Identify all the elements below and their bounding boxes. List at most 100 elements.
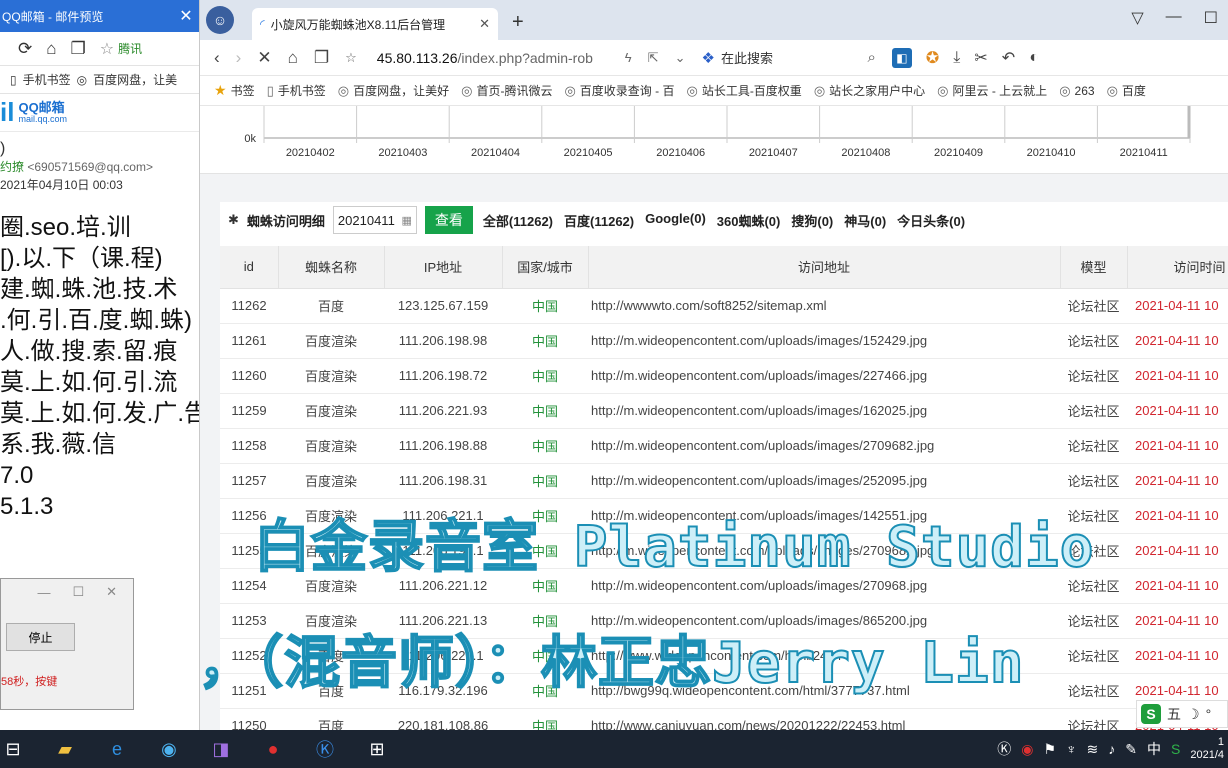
spider-filter[interactable]: 今日头条(0) bbox=[897, 211, 965, 230]
view-button[interactable]: 查看 bbox=[424, 206, 473, 234]
column-header[interactable]: 蜘蛛名称 bbox=[278, 246, 385, 289]
column-header[interactable]: 模型 bbox=[1060, 246, 1128, 289]
table-row[interactable]: 11258 百度渲染 111.206.198.88 中国 http://m.wideop… bbox=[220, 428, 1228, 464]
home-icon[interactable]: ⌂ bbox=[46, 39, 56, 59]
record-icon[interactable]: ● bbox=[260, 736, 286, 762]
star-icon[interactable]: ☆ bbox=[345, 50, 357, 66]
mic-icon[interactable]: ♆ bbox=[1066, 741, 1077, 757]
column-header[interactable]: IP地址 bbox=[384, 246, 503, 289]
spider-filter[interactable]: Google(0) bbox=[645, 211, 706, 230]
table-row[interactable]: 11251 百度 116.179.32.196 中国 http://bwg99q.wid… bbox=[220, 673, 1228, 709]
search-box[interactable]: ❖ 在此搜索 bbox=[701, 48, 851, 67]
table-row[interactable]: 11260 百度渲染 111.206.198.72 中国 http://m.wideop… bbox=[220, 358, 1228, 394]
stop-button[interactable]: 停止 bbox=[6, 623, 75, 651]
table-row[interactable]: 11257 百度渲染 111.206.198.31 中国 http://m.wideop… bbox=[220, 463, 1228, 499]
close-icon[interactable]: ✕ bbox=[106, 584, 117, 600]
k-tray-icon[interactable]: Ⓚ bbox=[997, 739, 1011, 759]
bookmark-2[interactable]: ◎ 首页-腾讯微云 bbox=[461, 82, 552, 99]
column-header[interactable]: 访问地址 bbox=[588, 246, 1061, 289]
address-bar[interactable]: 45.80.113.26/index.php?admin-rob bbox=[377, 50, 609, 66]
wifi-icon[interactable]: ≋ bbox=[1087, 741, 1099, 758]
k-app-icon[interactable]: Ⓚ bbox=[312, 736, 338, 762]
bookmark-3[interactable]: ◎ 百度收录查询 - 百 bbox=[564, 82, 674, 99]
sogou-tray-icon[interactable]: S bbox=[1171, 741, 1180, 757]
volume-icon[interactable]: ♪ bbox=[1108, 741, 1115, 757]
mail-bookmark-1[interactable]: 百度网盘，让美 bbox=[93, 71, 177, 88]
close-tab-icon[interactable]: ✕ bbox=[479, 16, 490, 32]
sogou-icon[interactable]: S bbox=[1141, 704, 1161, 724]
input-lang[interactable]: 中 bbox=[1147, 739, 1161, 759]
bookmark-4[interactable]: ◎ 站长工具-百度权重 bbox=[686, 82, 801, 99]
calendar-icon[interactable]: ▦ bbox=[402, 214, 412, 227]
table-row[interactable]: 11252 百度 111.206.221.1 中国 http://www.wideope… bbox=[220, 638, 1228, 674]
new-tab-icon[interactable]: + bbox=[512, 11, 524, 34]
date-input[interactable]: 20210411 ▦ bbox=[332, 206, 417, 234]
table-row[interactable]: 11261 百度渲染 111.206.198.98 中国 http://m.wideop… bbox=[220, 323, 1228, 359]
lightning-icon[interactable]: ϟ bbox=[625, 50, 632, 65]
minimize-icon[interactable]: — bbox=[1166, 8, 1182, 28]
table-row[interactable]: 11250 百度 220.181.108.86 中国 http://www.canjuy… bbox=[220, 708, 1228, 730]
minimize-icon[interactable]: — bbox=[37, 585, 50, 600]
shirt-icon[interactable]: ▽ bbox=[1131, 8, 1143, 28]
share-icon[interactable]: ⇱ bbox=[648, 50, 659, 66]
moon-icon[interactable]: ☽ bbox=[1187, 706, 1200, 723]
spider-filter[interactable]: 百度(11262) bbox=[564, 211, 634, 230]
bookmark-7[interactable]: ◎ 263 bbox=[1059, 83, 1094, 99]
avatar[interactable]: ☺ bbox=[206, 6, 234, 34]
table-row[interactable]: 11254 百度渲染 111.206.221.12 中国 http://m.wideop… bbox=[220, 568, 1228, 604]
browser-icon[interactable]: ◉ bbox=[156, 736, 182, 762]
column-header[interactable]: 访问时间 bbox=[1127, 246, 1228, 289]
ime-toolbar[interactable]: S 五 ☽ ° bbox=[1136, 700, 1228, 728]
punctuation-icon[interactable]: ° bbox=[1206, 706, 1212, 722]
reader-icon[interactable]: ❐ bbox=[314, 48, 329, 68]
extension-icon[interactable]: ◧ bbox=[891, 47, 912, 68]
spider-filter[interactable]: 全部(11262) bbox=[483, 211, 553, 230]
spider-filter[interactable]: 360蜘蛛(0) bbox=[717, 211, 781, 230]
pen-icon[interactable]: ✎ bbox=[1125, 741, 1137, 758]
bookmark-5[interactable]: ◎ 站长之家用户中心 bbox=[814, 82, 925, 99]
night-mode-icon[interactable]: ◐ bbox=[1029, 49, 1039, 67]
spider-filter[interactable]: 神马(0) bbox=[844, 211, 886, 230]
folder-icon[interactable]: ▰ bbox=[52, 736, 78, 762]
table-row[interactable]: 11253 百度渲染 111.206.221.13 中国 http://m.wideop… bbox=[220, 603, 1228, 639]
mail-nav-extra[interactable]: 腾讯 bbox=[118, 40, 142, 57]
tab-active[interactable]: ◜ 小旋风万能蜘蛛池X8.11后台管理 ✕ bbox=[252, 8, 498, 40]
forward-icon[interactable]: › bbox=[236, 48, 242, 68]
back-icon[interactable]: ‹ bbox=[214, 48, 220, 68]
table-row[interactable]: 11262 百度 123.125.67.159 中国 http://wwwwto.com… bbox=[220, 288, 1228, 324]
clock[interactable]: 1 2021/4 bbox=[1190, 736, 1224, 762]
spider-filter[interactable]: 搜狗(0) bbox=[791, 211, 833, 230]
search-icon[interactable]: ⌕ bbox=[867, 49, 875, 66]
maximize-icon[interactable]: ☐ bbox=[1204, 8, 1218, 28]
task-view-icon[interactable]: ⊟ bbox=[0, 736, 26, 762]
bookmark-0[interactable]: ▯ 手机书签 bbox=[267, 82, 326, 99]
download-icon[interactable]: ⤓ bbox=[953, 49, 960, 67]
refresh-icon[interactable]: ⟳ bbox=[18, 39, 32, 59]
close-icon[interactable]: ✕ bbox=[173, 6, 199, 26]
game-icon[interactable]: ✪ bbox=[926, 48, 939, 68]
scissors-icon[interactable]: ✂ bbox=[974, 48, 987, 68]
ie-icon[interactable]: e bbox=[104, 736, 130, 762]
column-header[interactable]: 国家/城市 bbox=[502, 246, 589, 289]
table-row[interactable]: 11259 百度渲染 111.206.221.93 中国 http://m.wideop… bbox=[220, 393, 1228, 429]
chevron-down-icon[interactable]: ⌄ bbox=[675, 50, 686, 66]
column-header[interactable]: id bbox=[220, 246, 279, 289]
stop-loading-icon[interactable]: ✕ bbox=[257, 48, 271, 68]
maximize-icon[interactable]: ☐ bbox=[72, 584, 84, 600]
reader-icon[interactable]: ❐ bbox=[71, 39, 86, 59]
editor-icon[interactable]: ◨ bbox=[208, 736, 234, 762]
remote-desktop-icon[interactable]: ⊞ bbox=[364, 736, 390, 762]
mail-bookmark-0[interactable]: 手机书签 bbox=[23, 71, 71, 88]
bookmarks-menu[interactable]: ★ 书签 bbox=[214, 82, 255, 99]
bookmark-8[interactable]: ◎ 百度 bbox=[1107, 82, 1146, 99]
bookmark-6[interactable]: ◎ 阿里云 - 上云就上 bbox=[937, 82, 1047, 99]
star-icon[interactable]: ☆ bbox=[100, 39, 114, 59]
record-tray-icon[interactable]: ◉ bbox=[1021, 741, 1033, 758]
ime-mode[interactable]: 五 bbox=[1167, 704, 1181, 724]
home-icon[interactable]: ⌂ bbox=[288, 48, 298, 68]
table-row[interactable]: 11255 百度渲染 111.206.198.1 中国 http://m.wideope… bbox=[220, 533, 1228, 569]
table-row[interactable]: 11256 百度渲染 111.206.221.1 中国 http://m.wideope… bbox=[220, 498, 1228, 534]
bookmark-1[interactable]: ◎ 百度网盘，让美好 bbox=[338, 82, 449, 99]
undo-icon[interactable]: ↶ bbox=[1002, 48, 1015, 68]
network-icon[interactable]: ⚑ bbox=[1043, 741, 1056, 758]
